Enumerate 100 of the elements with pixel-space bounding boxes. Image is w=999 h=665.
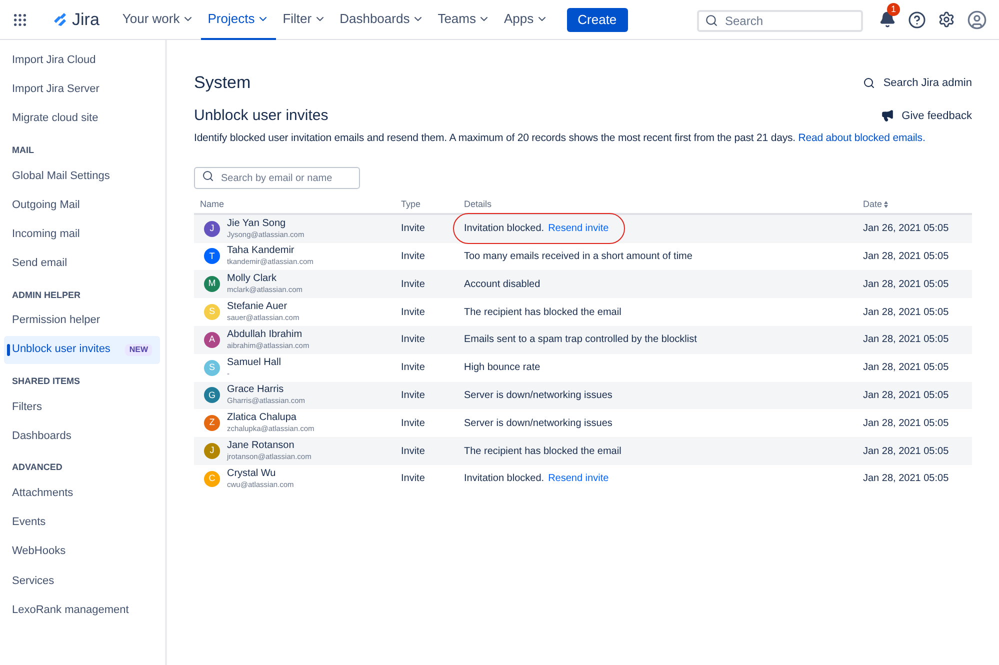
table-cell-text: Jan 28, 2021 05:05 [863, 416, 950, 431]
filter-field[interactable]: Search by email or name [194, 167, 360, 190]
page-subtitle: Unblock user invites [194, 106, 328, 126]
sidebar-item[interactable]: Unblock user invites NEW [4, 336, 160, 364]
sidebar-label: Unblock user invites [12, 342, 110, 358]
user-name: Jie Yan Song [227, 218, 287, 229]
help-icon[interactable] [908, 10, 926, 28]
sidebar-label: WebHooks [12, 544, 66, 560]
search-icon [863, 76, 876, 89]
avatar: S [204, 360, 220, 376]
table-cell-text: Jan 28, 2021 05:05 [863, 278, 950, 292]
user-name: Abdullah Ibrahim [227, 328, 304, 340]
sidebar-item[interactable]: Import Jira Cloud [4, 46, 160, 74]
create-button[interactable]: Create [566, 8, 628, 32]
table-cell-text: Invite [401, 388, 426, 403]
search-icon [705, 14, 718, 26]
table-cell-text: Invite [401, 250, 426, 264]
table-cell-text: Invite [401, 222, 426, 236]
app-switcher-icon[interactable] [12, 12, 28, 28]
section-heading: MAIL [11, 144, 35, 157]
sidebar-label: Global Mail Settings [12, 168, 110, 184]
sidebar-item[interactable]: Global Mail Settings [4, 162, 160, 190]
sidebar-item[interactable]: Services [4, 566, 160, 595]
table-cell-text: The recipient has blocked the email [464, 444, 622, 459]
megaphone-icon [880, 109, 894, 122]
settings-icon[interactable] [938, 11, 955, 28]
table-cell-text: Invite [401, 306, 426, 320]
sidebar-item[interactable]: Filters [4, 392, 160, 421]
nav-tab[interactable]: Apps [497, 0, 555, 40]
table-cell-text: Too many emails received in a short amount of time [464, 250, 692, 264]
sidebar-item[interactable]: Events [4, 508, 160, 536]
nav-tab[interactable]: Filter [276, 0, 333, 40]
table-cell-text: Invite [401, 361, 426, 376]
page-title: System [194, 72, 251, 94]
table-cell-text: Invite [401, 333, 426, 348]
avatar: T [204, 248, 220, 264]
avatar: A [204, 332, 220, 348]
table-cell-text: High bounce rate [464, 361, 540, 376]
sidebar-item[interactable]: Dashboards [4, 422, 160, 450]
sidebar-label: Import Jira Server [12, 82, 100, 98]
section-heading: SHARED ITEMS [11, 374, 82, 388]
table-cell-text: Jan 26, 2021 05:05 [863, 222, 950, 236]
sidebar-item[interactable]: Attachments [4, 479, 160, 508]
sort-icon[interactable] [884, 201, 888, 208]
avatar: C [204, 470, 220, 487]
nav-tab[interactable]: Teams [430, 0, 497, 40]
user-name: Molly Clark [227, 273, 278, 284]
user-name: Samuel Hall [227, 356, 281, 368]
sidebar-item[interactable]: WebHooks [4, 538, 160, 566]
table-cell-text: Jan 28, 2021 05:05 [863, 333, 950, 348]
table-cell-text: Jan 28, 2021 05:05 [863, 472, 950, 486]
notification-icon[interactable] [879, 11, 896, 28]
sidebar-label: LexoRank management [12, 602, 129, 618]
search-field[interactable]: Search [697, 10, 863, 32]
avatar: M [204, 276, 220, 292]
sidebar-item[interactable]: Import Jira Server [4, 75, 160, 104]
table-cell-text: Emails sent to a spam trap controlled by the blocklist [464, 333, 697, 348]
sidebar-item[interactable]: LexoRank management [4, 596, 160, 624]
table-cell-text: Invitation blocked. [464, 472, 544, 486]
avatar: J [204, 443, 220, 460]
feedback-button[interactable]: Give feedback [880, 108, 972, 124]
table-cell-text: Jan 28, 2021 05:05 [863, 388, 950, 403]
user-name: Taha Kandemir [227, 245, 296, 256]
column-header: Details [464, 198, 492, 211]
table-cell-text: Server is down/networking issues [464, 416, 612, 431]
table-cell-text: Jan 28, 2021 05:05 [863, 361, 950, 376]
sidebar-label: Permission helper [12, 313, 100, 328]
blocked-emails-link[interactable]: Read about blocked emails. [798, 132, 926, 144]
table-cell-text: The recipient has blocked the email [464, 306, 622, 320]
sidebar-item[interactable]: Permission helper [4, 306, 160, 334]
sidebar-label: Filters [12, 400, 42, 415]
notification-count: 1 [887, 3, 900, 16]
table-cell-text: Invitation blocked. [464, 222, 544, 236]
resend-link[interactable]: Resend invite [548, 221, 609, 236]
nav-tab[interactable]: Dashboards [332, 0, 431, 40]
nav-tab[interactable]: Projects [200, 0, 276, 40]
avatar: Z [204, 415, 220, 432]
resend-link[interactable]: Resend invite [548, 471, 609, 486]
search-icon [202, 170, 214, 182]
avatar: J [204, 220, 220, 237]
user-name: Jane Rotanson [227, 440, 296, 452]
column-header: Name [200, 198, 224, 211]
table-cell-text: Server is down/networking issues [464, 388, 612, 403]
sidebar-item[interactable]: Send email [4, 249, 160, 278]
admin-search-button[interactable]: Search Jira admin [863, 74, 972, 91]
sidebar-item[interactable]: Outgoing Mail [4, 190, 160, 219]
sidebar-label: Dashboards [12, 428, 72, 444]
column-header: Date [863, 198, 882, 211]
sidebar-label: Import Jira Cloud [12, 52, 96, 68]
column-header: Type [401, 198, 421, 211]
nav-tab[interactable]: Your work [115, 0, 201, 40]
avatar: S [204, 304, 220, 320]
avatar-icon[interactable] [967, 10, 987, 30]
sidebar-label: Migrate cloud site [12, 111, 98, 126]
sidebar-item[interactable]: Incoming mail [4, 220, 160, 248]
sidebar-item[interactable]: Migrate cloud site [4, 104, 160, 133]
table-cell-text: Invite [401, 472, 426, 486]
table-cell-text: Account disabled [464, 278, 540, 292]
logo-icon [52, 12, 68, 28]
section-heading: ADVANCED [11, 461, 64, 474]
